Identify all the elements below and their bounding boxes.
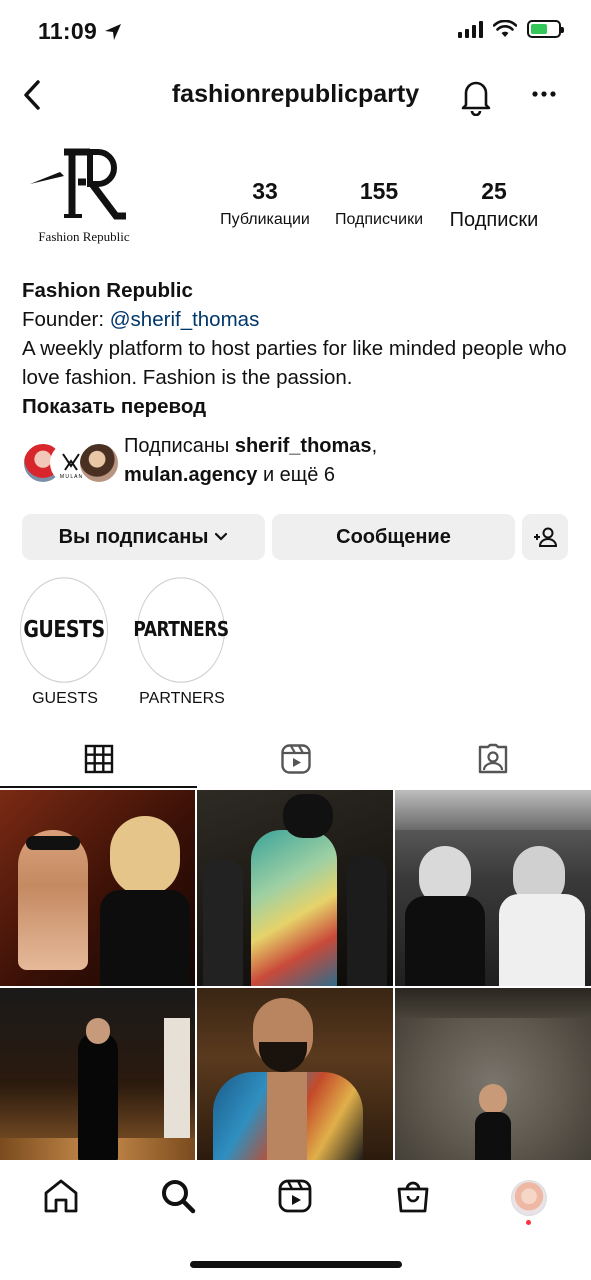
profile-avatar[interactable] [511,1180,547,1216]
tab-posts-grid[interactable] [0,732,197,788]
following-value: 25 [481,178,507,204]
post-thumbnail[interactable] [395,988,591,1160]
notification-bell-icon[interactable] [458,76,494,116]
home-indicator [190,1261,402,1268]
fr-monogram-icon [30,148,126,220]
profile-tabs [0,732,591,788]
followed-by-text: Подписаны sherif_thomas, mulan.agency и … [124,432,377,490]
following-count[interactable]: 25 Подписки [438,178,550,232]
reels-icon [280,744,311,774]
more-options-icon[interactable] [530,84,558,104]
bio-mention-link[interactable]: @sherif_thomas [110,308,260,331]
wifi-icon [493,20,517,37]
posts-grid [0,790,591,1160]
tagged-icon [478,743,507,774]
posts-count[interactable]: 33 Публикации [206,178,324,229]
mutual-avatars: M U L A N [22,438,120,484]
post-thumbnail[interactable] [197,988,393,1160]
grid-icon [84,744,113,774]
location-arrow-icon [105,24,121,40]
post-thumbnail[interactable] [395,790,591,986]
bio-founder-line: Founder: @sherif_thomas [22,305,573,334]
followed-suffix: и ещё 6 [257,464,336,486]
svg-text:M U L A N: M U L A N [60,474,83,480]
followers-label: Подписчики [334,211,423,228]
message-label: Сообщение [336,525,451,548]
tab-reels[interactable] [197,732,394,786]
profile-bio: Fashion Republic Founder: @sherif_thomas… [22,276,573,421]
search-icon[interactable] [158,1176,198,1216]
highlight-partners-label: PARTNERS [139,690,225,707]
battery-icon [527,20,564,38]
following-label: Подписки [449,209,539,231]
following-label: Вы подписаны [58,525,209,548]
post-thumbnail[interactable] [0,988,195,1160]
bio-prefix: Founder: [22,308,110,331]
following-button[interactable]: Вы подписаны [22,514,265,560]
add-person-icon [534,527,558,547]
followers-count[interactable]: 155 Подписчики [324,178,434,229]
status-time: 11:09 [38,18,98,44]
followed-user-1[interactable]: sherif_thomas [235,435,372,457]
suggested-users-button[interactable] [522,514,568,560]
followed-by[interactable]: M U L A N Подписаны sherif_thomas, mulan… [22,432,377,490]
posts-value: 33 [252,178,278,204]
mutual-avatar-3 [78,442,120,484]
show-translation-link[interactable]: Показать перевод [22,392,573,421]
highlight-partners[interactable]: PARTNERS PARTNERS [133,577,229,708]
highlight-guests-label: GUESTS [32,690,98,707]
followed-separator: , [371,435,378,457]
followed-user-2[interactable]: mulan.agency [124,464,257,486]
status-indicators [458,20,564,38]
profile-username: fashionrepublicparty [171,80,420,108]
logo-text: Fashion Republic [38,229,130,244]
post-thumbnail[interactable] [0,790,195,986]
message-button[interactable]: Сообщение [272,514,515,560]
profile-avatar[interactable]: Fashion Republic [20,146,148,246]
tab-tagged[interactable] [394,732,591,786]
posts-label: Публикации [220,211,310,228]
highlight-partners-cover: PARTNERS [133,577,229,683]
followed-prefix: Подписаны [124,435,235,457]
bio-text: A weekly platform to host parties for li… [22,337,567,389]
home-icon[interactable] [41,1176,81,1216]
post-thumbnail[interactable] [197,790,393,986]
highlight-guests-cover: GUESTS [20,577,108,683]
followers-value: 155 [359,178,399,204]
profile-name: Fashion Republic [22,279,193,302]
chevron-down-icon [215,532,228,541]
reels-icon[interactable] [275,1176,315,1216]
shop-icon[interactable] [393,1176,433,1216]
highlight-guests[interactable]: GUESTS GUESTS [20,577,110,708]
signal-icon [458,20,483,38]
notification-dot [526,1220,531,1225]
